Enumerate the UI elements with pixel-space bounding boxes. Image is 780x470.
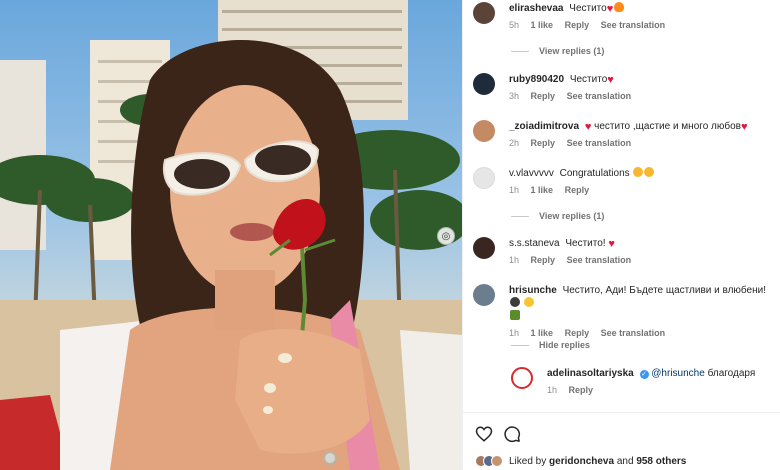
comment-username[interactable]: hrisunche [509, 285, 557, 296]
carousel-icon[interactable]: ◎ [437, 227, 455, 245]
see-translation-button[interactable]: See translation [567, 138, 632, 148]
comment-time: 1h [509, 185, 520, 195]
comment-username[interactable]: adelinasoltariyska [547, 368, 634, 379]
reply-button[interactable]: Reply [531, 138, 556, 148]
comments-panel: elirashevaa Честито♥ 5h 1 like Reply See… [462, 0, 780, 470]
heart-emoji-icon: ♥ [607, 74, 614, 86]
view-replies-button[interactable]: View replies (1) [511, 46, 604, 56]
mention-link[interactable]: @hrisunche [651, 368, 705, 379]
comment-likes[interactable]: 1 like [531, 185, 554, 195]
reply-button[interactable]: Reply [531, 255, 556, 265]
comment-time: 2h [509, 138, 520, 148]
comment-text: честито ,щастие и много любов [594, 121, 741, 132]
reply-button[interactable]: Reply [565, 185, 590, 195]
comment-username[interactable]: ruby890420 [509, 74, 564, 85]
comment-likes[interactable]: 1 like [531, 20, 554, 30]
reply-button[interactable]: Reply [569, 385, 594, 395]
divider [511, 50, 529, 52]
view-replies-label: View replies (1) [539, 211, 605, 221]
heart-emoji-icon: ♥ [740, 121, 748, 133]
heart-emoji-icon: ♥ [584, 121, 592, 133]
reply-button[interactable]: Reply [565, 328, 590, 338]
avatar[interactable] [473, 73, 495, 95]
avatar[interactable] [473, 284, 495, 306]
comment-text: благодаря [707, 368, 756, 379]
heart-eyes-emoji-icon [644, 167, 655, 177]
avatar[interactable] [473, 237, 495, 259]
reply-button[interactable]: Reply [531, 91, 556, 101]
divider [511, 344, 529, 346]
liked-by-user[interactable]: geridoncheva [549, 456, 614, 467]
avatar[interactable] [473, 2, 495, 24]
comment-text: Честито [569, 3, 607, 14]
comment-username[interactable]: _zoiadimitrova [509, 121, 579, 132]
comment-icon[interactable] [503, 425, 521, 443]
liked-by-middle: and [616, 455, 634, 467]
avatar[interactable] [473, 120, 495, 142]
see-translation-button[interactable]: See translation [601, 328, 666, 338]
see-translation-button[interactable]: See translation [567, 255, 632, 265]
comment-text: Честито [569, 74, 608, 85]
liked-by-others[interactable]: 958 others [636, 456, 686, 467]
champagne-emoji-icon [510, 297, 520, 307]
post-actions: Liked by geridoncheva and 958 others [463, 412, 780, 470]
comment-text: Честито! [565, 238, 606, 249]
comment-text: Congratulations [559, 168, 630, 179]
see-translation-button[interactable]: See translation [567, 91, 632, 101]
comment-username[interactable]: elirashevaa [509, 3, 564, 14]
avatar[interactable] [473, 167, 495, 189]
comment-time: 3h [509, 91, 520, 101]
avatar[interactable] [511, 367, 533, 389]
comment-time: 1h [509, 328, 520, 338]
comment-time: 1h [509, 255, 520, 265]
photo-illustration [0, 0, 462, 470]
liked-by-text: Liked by geridoncheva and 958 others [509, 456, 686, 467]
heart-eyes-emoji-icon [633, 167, 644, 177]
view-replies-button[interactable]: View replies (1) [511, 211, 604, 221]
see-translation-button[interactable]: See translation [601, 20, 666, 30]
verified-badge-icon: ✓ [639, 370, 649, 379]
smile-emoji-icon [523, 297, 534, 307]
liked-by: Liked by geridoncheva and 958 others [475, 455, 686, 467]
divider [511, 215, 529, 217]
reply-button[interactable]: Reply [565, 20, 590, 30]
bottle-emoji-icon [510, 310, 520, 320]
comment-time: 1h [547, 385, 558, 395]
hide-replies-label: Hide replies [539, 340, 591, 350]
avatar [491, 455, 503, 467]
comment-likes[interactable]: 1 like [531, 328, 554, 338]
heart-outline-icon[interactable] [475, 425, 493, 443]
comment-username[interactable]: v.vlavvvvv [509, 168, 554, 179]
heart-emoji-icon: ♥ [608, 238, 615, 250]
post-photo: ◎ [0, 0, 462, 470]
heart-emoji-icon: ♥ [606, 3, 614, 15]
liked-by-prefix: Liked by [509, 455, 547, 467]
fire-emoji-icon [614, 2, 625, 12]
comment-username[interactable]: s.s.staneva [509, 238, 560, 249]
comment-text: Честито, Ади! Бъдете щастливи и влюбени! [562, 285, 766, 296]
comment-time: 5h [509, 20, 520, 30]
hide-replies-button[interactable]: Hide replies [511, 340, 590, 350]
view-replies-label: View replies (1) [539, 46, 605, 56]
